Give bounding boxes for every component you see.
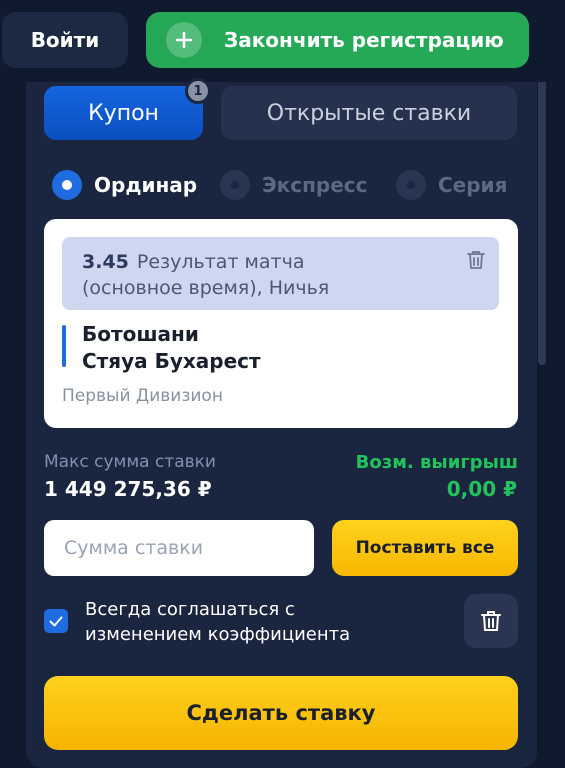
- tab-open-bets[interactable]: Открытые ставки: [221, 86, 517, 140]
- tab-coupon[interactable]: Купон: [44, 86, 203, 140]
- radio-unselected-icon: [220, 170, 250, 200]
- max-stake-label: Макс сумма ставки: [44, 452, 216, 472]
- top-bar: Войти Закончить регистрацию: [0, 0, 555, 82]
- coupon-count-badge: 1: [185, 78, 211, 104]
- remove-bet-trash-icon[interactable]: [467, 250, 485, 277]
- away-team: Стяуа Бухарест: [82, 349, 261, 373]
- accept-odds-line2: изменением коэффициента: [85, 624, 351, 645]
- place-bet-label: Сделать ставку: [186, 701, 376, 725]
- plus-icon: [166, 22, 202, 58]
- accept-odds-change-checkbox[interactable]: [44, 609, 68, 633]
- accept-odds-line1: Всегда соглашаться с: [85, 599, 295, 620]
- bet-all-button[interactable]: Поставить все: [332, 520, 518, 576]
- bet-outcome: 3.45 Результат матча (основное время), Ни…: [62, 237, 499, 310]
- bet-odds: 3.45: [82, 251, 129, 273]
- bet-type-single-label: Ординар: [94, 173, 198, 197]
- bet-type-single[interactable]: Ординар: [52, 170, 197, 200]
- tab-open-bets-label: Открытые ставки: [266, 100, 472, 126]
- finish-registration-button[interactable]: Закончить регистрацию: [146, 12, 529, 68]
- bet-type-system[interactable]: Серия: [396, 170, 507, 200]
- radio-selected-icon: [52, 170, 82, 200]
- clear-coupon-button[interactable]: [464, 594, 518, 648]
- betslip-screen: Войти Закончить регистрацию Купон 1 Откр…: [0, 0, 565, 768]
- stake-amount-input[interactable]: [44, 520, 314, 576]
- tab-coupon-label: Купон: [88, 100, 159, 126]
- possible-win-label: Возм. выигрыш: [355, 452, 518, 473]
- bet-market-line1: Результат матча: [136, 251, 305, 273]
- bet-type-express-label: Экспресс: [262, 173, 368, 197]
- bet-market-line2: (основное время), Ничья: [82, 277, 330, 299]
- bet-all-label: Поставить все: [355, 538, 495, 558]
- accept-odds-change-text: Всегда соглашаться с изменением коэффици…: [85, 597, 350, 647]
- bet-type-system-label: Серия: [438, 173, 508, 197]
- possible-win-value: 0,00 ₽: [446, 477, 517, 501]
- match-indicator-bar: [62, 325, 66, 367]
- panel-scrollbar[interactable]: [538, 70, 546, 365]
- radio-unselected-icon: [396, 170, 426, 200]
- place-bet-button[interactable]: Сделать ставку: [44, 676, 518, 750]
- league-name: Первый Дивизион: [62, 386, 223, 406]
- home-team: Ботошани: [82, 322, 199, 346]
- login-button-label: Войти: [30, 28, 100, 52]
- finish-registration-label: Закончить регистрацию: [224, 28, 504, 52]
- check-icon: [49, 616, 63, 626]
- login-button[interactable]: Войти: [2, 12, 128, 68]
- bet-card: 3.45 Результат матча (основное время), Ни…: [44, 219, 518, 428]
- trash-icon: [481, 611, 501, 631]
- bet-type-express[interactable]: Экспресс: [220, 170, 368, 200]
- max-stake-value: 1 449 275,36 ₽: [44, 477, 212, 501]
